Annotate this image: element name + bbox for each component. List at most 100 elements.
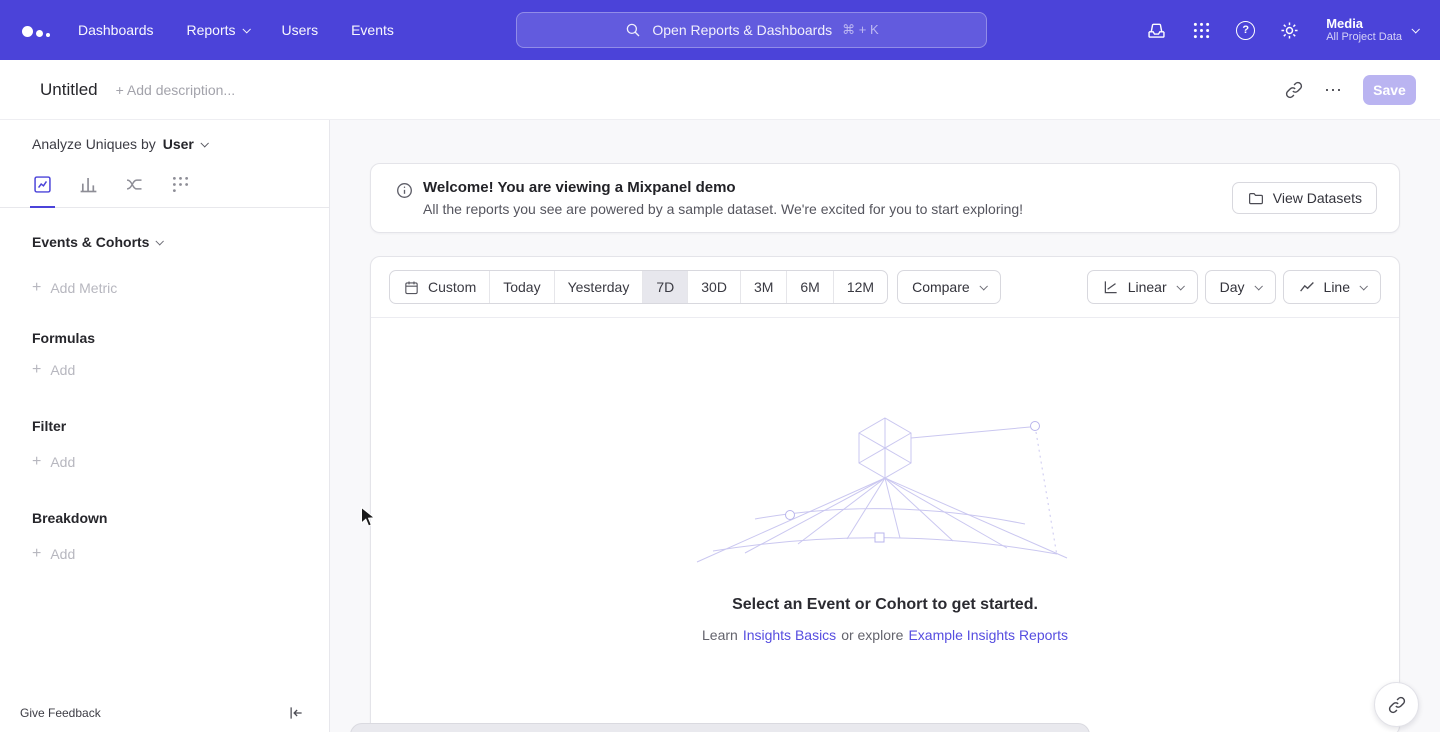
- chevron-down-icon: [200, 139, 208, 147]
- analyze-value: User: [163, 136, 194, 152]
- chart-type-dropdown[interactable]: Line: [1283, 270, 1381, 304]
- report-header: Untitled + Add description... ⋯ Save: [0, 60, 1440, 120]
- line-chart-icon: [1298, 278, 1316, 296]
- add-metric-label: Add Metric: [50, 280, 117, 296]
- add-metric-button[interactable]: + Add Metric: [0, 280, 329, 296]
- project-info: Media All Project Data: [1326, 16, 1402, 44]
- events-cohorts-section[interactable]: Events & Cohorts: [0, 234, 329, 250]
- apps-grid-icon[interactable]: [1191, 20, 1212, 41]
- example-insights-reports-link[interactable]: Example Insights Reports: [908, 627, 1068, 643]
- flows-icon: [124, 174, 145, 195]
- granularity-label: Day: [1220, 279, 1245, 295]
- range-6m[interactable]: 6M: [786, 271, 832, 303]
- empty-state-title: Select an Event or Cohort to get started…: [732, 596, 1038, 614]
- analyze-row: Analyze Uniques by User: [0, 136, 329, 152]
- compare-label: Compare: [912, 279, 970, 295]
- tab-retention[interactable]: [170, 174, 191, 207]
- compare-button[interactable]: Compare: [897, 270, 1001, 304]
- empty-state-illustration: [695, 416, 1075, 566]
- range-label: Yesterday: [568, 279, 630, 295]
- add-filter-button[interactable]: + Add: [0, 454, 329, 470]
- range-custom[interactable]: Custom: [390, 271, 489, 303]
- subtitle-text: Learn: [702, 627, 738, 643]
- plus-icon: +: [32, 547, 41, 561]
- insights-basics-link[interactable]: Insights Basics: [743, 627, 836, 643]
- report-description-placeholder[interactable]: + Add description...: [116, 82, 235, 98]
- top-navbar: Dashboards Reports Users Events Open Rep…: [0, 0, 1440, 60]
- range-yesterday[interactable]: Yesterday: [554, 271, 643, 303]
- global-search-input[interactable]: Open Reports & Dashboards ⌘ + K: [516, 12, 987, 48]
- view-datasets-button[interactable]: View Datasets: [1232, 182, 1377, 214]
- add-label: Add: [50, 546, 75, 562]
- collapse-sidebar-icon[interactable]: [287, 704, 305, 722]
- chevron-down-icon: [1176, 282, 1184, 290]
- range-label: 30D: [701, 279, 727, 295]
- range-7d[interactable]: 7D: [642, 271, 687, 303]
- more-options-icon[interactable]: ⋯: [1324, 85, 1343, 95]
- section-label: Breakdown: [32, 510, 107, 526]
- share-link-fab[interactable]: [1374, 682, 1419, 727]
- main-content: Welcome! You are viewing a Mixpanel demo…: [330, 120, 1440, 732]
- search-placeholder: Open Reports & Dashboards: [652, 22, 832, 38]
- retention-grid-icon: [170, 174, 191, 195]
- chart-type-label: Line: [1324, 279, 1350, 295]
- inbox-icon[interactable]: [1146, 20, 1167, 41]
- subtitle-text: or explore: [841, 627, 903, 643]
- give-feedback-link[interactable]: Give Feedback: [20, 706, 101, 720]
- plus-icon: +: [32, 455, 41, 469]
- chevron-down-icon: [979, 282, 987, 290]
- report-title[interactable]: Untitled: [40, 80, 98, 100]
- insights-chart-icon: [32, 174, 53, 195]
- copy-link-icon[interactable]: [1284, 80, 1304, 100]
- range-3m[interactable]: 3M: [740, 271, 786, 303]
- nav-item-reports[interactable]: Reports: [187, 22, 249, 38]
- query-builder-sidebar: Analyze Uniques by User: [0, 120, 330, 732]
- add-label: Add: [50, 454, 75, 470]
- search-shortcut: ⌘ + K: [842, 22, 879, 38]
- link-icon: [1387, 695, 1407, 715]
- mixpanel-logo-icon[interactable]: [22, 23, 50, 37]
- tab-flows[interactable]: [124, 174, 145, 207]
- view-datasets-label: View Datasets: [1273, 190, 1362, 206]
- scale-label: Linear: [1128, 279, 1167, 295]
- chevron-down-icon: [1254, 282, 1262, 290]
- welcome-text: Welcome! You are viewing a Mixpanel demo…: [395, 179, 1023, 217]
- date-range-picker: Custom Today Yesterday 7D 30D 3M 6M 12M: [389, 270, 888, 304]
- add-formula-button[interactable]: + Add: [0, 362, 329, 378]
- nav-label: Dashboards: [78, 22, 154, 38]
- project-name: Media: [1326, 16, 1402, 31]
- nav-item-events[interactable]: Events: [351, 22, 394, 38]
- welcome-body: All the reports you see are powered by a…: [423, 201, 1023, 217]
- plus-icon: +: [32, 363, 41, 377]
- folder-icon: [1247, 189, 1265, 207]
- breakdown-section: Breakdown: [0, 510, 329, 526]
- tab-bar-chart[interactable]: [78, 174, 99, 207]
- nav-item-dashboards[interactable]: Dashboards: [78, 22, 154, 38]
- range-30d[interactable]: 30D: [687, 271, 740, 303]
- plus-icon: +: [32, 281, 41, 295]
- nav-label: Reports: [187, 22, 236, 38]
- project-switcher[interactable]: Media All Project Data: [1326, 16, 1418, 44]
- section-label: Formulas: [32, 330, 95, 346]
- range-label: 6M: [800, 279, 819, 295]
- horizontal-scrollbar[interactable]: [350, 723, 1090, 732]
- search-icon: [624, 21, 642, 39]
- scale-dropdown[interactable]: Linear: [1087, 270, 1198, 304]
- analyze-by-dropdown[interactable]: User: [163, 136, 207, 152]
- info-icon: [395, 181, 414, 200]
- welcome-title: Welcome! You are viewing a Mixpanel demo: [423, 179, 1023, 196]
- add-breakdown-button[interactable]: + Add: [0, 546, 329, 562]
- tab-insights[interactable]: [32, 174, 53, 207]
- empty-state: Select an Event or Cohort to get started…: [371, 318, 1399, 732]
- add-label: Add: [50, 362, 75, 378]
- range-12m[interactable]: 12M: [833, 271, 887, 303]
- chevron-down-icon: [1359, 282, 1367, 290]
- nav-item-users[interactable]: Users: [282, 22, 319, 38]
- help-icon[interactable]: ?: [1236, 21, 1255, 40]
- sidebar-footer: Give Feedback: [0, 702, 329, 732]
- granularity-dropdown[interactable]: Day: [1205, 270, 1276, 304]
- save-button[interactable]: Save: [1363, 75, 1416, 105]
- linear-axis-icon: [1102, 278, 1120, 296]
- settings-gear-icon[interactable]: [1279, 20, 1300, 41]
- range-today[interactable]: Today: [489, 271, 553, 303]
